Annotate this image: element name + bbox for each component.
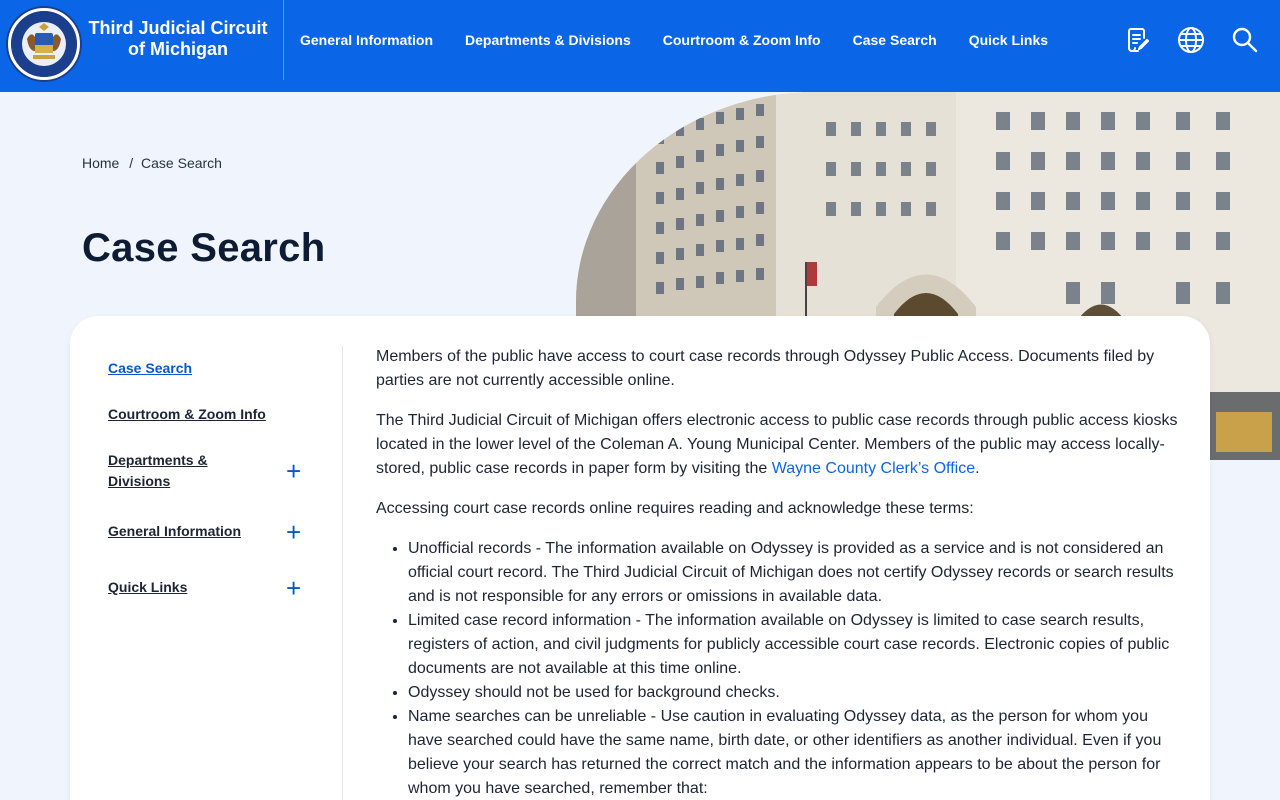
site-title-line2: of Michigan bbox=[128, 39, 228, 59]
page-title: Case Search bbox=[82, 226, 326, 270]
sidebar-item-general-information[interactable]: General Information bbox=[108, 521, 241, 542]
sidebar-item-case-search[interactable]: Case Search bbox=[108, 358, 192, 379]
nav-case-search[interactable]: Case Search bbox=[853, 31, 937, 49]
wayne-county-clerk-link[interactable]: Wayne County Clerk’s Office bbox=[772, 460, 975, 477]
list-item: Odyssey should not be used for backgroun… bbox=[408, 681, 1184, 705]
sidebar-item-courtroom-zoom-info[interactable]: Courtroom & Zoom Info bbox=[108, 404, 266, 425]
kiosk-paragraph: The Third Judicial Circuit of Michigan o… bbox=[376, 409, 1184, 481]
list-item: Name searches can be unreliable - Use ca… bbox=[408, 705, 1184, 800]
intro-paragraph: Members of the public have access to cou… bbox=[376, 348, 1155, 389]
nav-departments-divisions[interactable]: Departments & Divisions bbox=[465, 31, 631, 49]
terms-intro-paragraph: Accessing court case records online requ… bbox=[376, 500, 974, 517]
sidebar-item-departments-divisions[interactable]: Departments & Divisions bbox=[108, 450, 248, 492]
main-content: Members of the public have access to cou… bbox=[376, 345, 1184, 800]
breadcrumb-separator: / bbox=[129, 155, 134, 171]
search-icon[interactable] bbox=[1229, 24, 1261, 56]
kiosk-paragraph-end: . bbox=[975, 460, 980, 477]
document-edit-icon[interactable] bbox=[1122, 24, 1154, 56]
breadcrumb-home-link[interactable]: Home bbox=[82, 155, 119, 171]
globe-icon[interactable] bbox=[1175, 24, 1207, 56]
expand-departments-icon[interactable]: + bbox=[286, 458, 301, 484]
site-title[interactable]: Third Judicial Circuit of Michigan bbox=[88, 18, 268, 60]
header-divider bbox=[283, 0, 284, 80]
breadcrumb: Home / Case Search bbox=[82, 155, 222, 171]
nav-courtroom-zoom-info[interactable]: Courtroom & Zoom Info bbox=[663, 31, 821, 49]
expand-quick-links-icon[interactable]: + bbox=[286, 575, 301, 601]
site-header: Third Judicial Circuit of Michigan Gener… bbox=[0, 0, 1280, 92]
sidebar-divider bbox=[342, 346, 343, 800]
main-nav: General Information Departments & Divisi… bbox=[300, 31, 1080, 49]
expand-general-information-icon[interactable]: + bbox=[286, 519, 301, 545]
breadcrumb-current: Case Search bbox=[141, 155, 222, 171]
terms-list: Unofficial records - The information ava… bbox=[408, 537, 1184, 800]
list-item: Unofficial records - The information ava… bbox=[408, 537, 1184, 609]
list-item: Limited case record information - The in… bbox=[408, 609, 1184, 681]
sidebar-item-quick-links[interactable]: Quick Links bbox=[108, 577, 187, 598]
michigan-seal-logo[interactable] bbox=[8, 8, 80, 80]
nav-quick-links[interactable]: Quick Links bbox=[969, 31, 1048, 49]
site-title-line1: Third Judicial Circuit bbox=[88, 18, 268, 38]
nav-general-information[interactable]: General Information bbox=[300, 31, 433, 49]
